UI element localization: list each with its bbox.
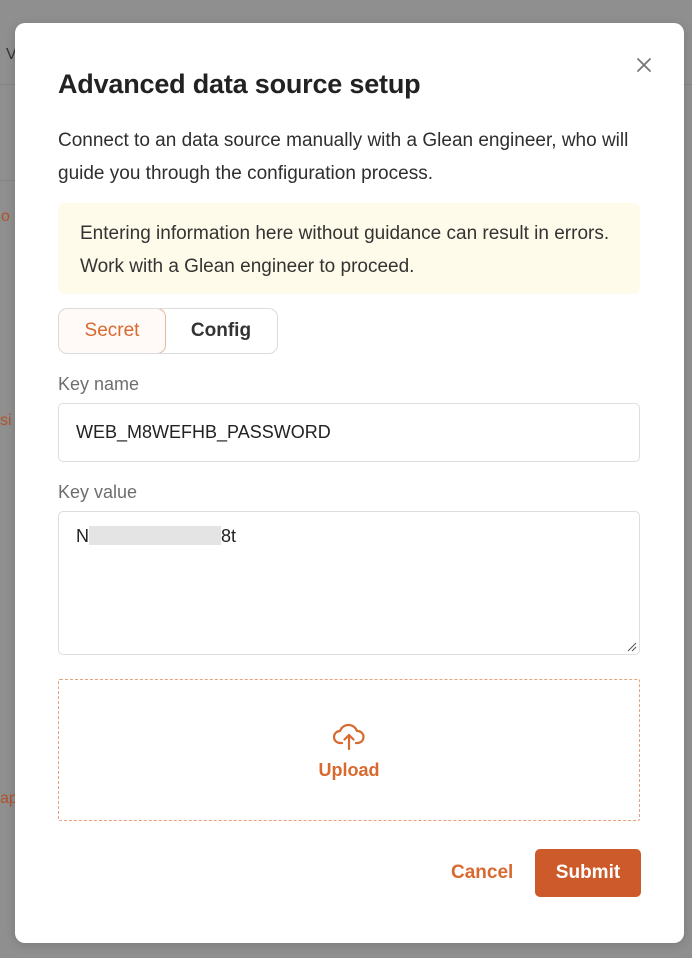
- background-divider: [684, 84, 692, 85]
- background-divider: [0, 180, 15, 181]
- dialog-description: Connect to an data source manually with …: [58, 130, 629, 184]
- cloud-upload-icon: [332, 723, 365, 751]
- close-button[interactable]: [632, 53, 656, 77]
- dialog-title: Advanced data source setup: [58, 69, 421, 99]
- key-value-end: 8t: [221, 526, 237, 546]
- advanced-setup-dialog: Advanced data source setup Connect to an…: [15, 23, 684, 943]
- background-divider: [0, 84, 15, 85]
- redacted-value: [89, 526, 221, 545]
- warning-banner: Entering information here without guidan…: [58, 203, 640, 294]
- upload-label: Upload: [318, 760, 380, 780]
- resize-handle-icon[interactable]: [625, 640, 637, 652]
- secret-config-tabs: Secret Config: [58, 308, 278, 354]
- key-name-input[interactable]: [58, 403, 640, 462]
- background-text-fragment: o: [1, 208, 10, 225]
- close-icon: [637, 58, 651, 72]
- key-value-label: Key value: [58, 482, 138, 502]
- background-text-fragment: si: [0, 412, 12, 429]
- key-value-text: N 8t: [76, 526, 236, 547]
- tab-config[interactable]: Config: [166, 309, 276, 353]
- key-value-start: N: [76, 526, 89, 546]
- upload-dropzone[interactable]: Upload: [58, 679, 640, 821]
- key-value-textarea[interactable]: N 8t: [58, 511, 640, 655]
- key-name-label: Key name: [58, 374, 140, 394]
- cancel-button[interactable]: Cancel: [451, 861, 513, 885]
- submit-button[interactable]: Submit: [535, 849, 641, 897]
- tab-secret[interactable]: Secret: [59, 309, 166, 353]
